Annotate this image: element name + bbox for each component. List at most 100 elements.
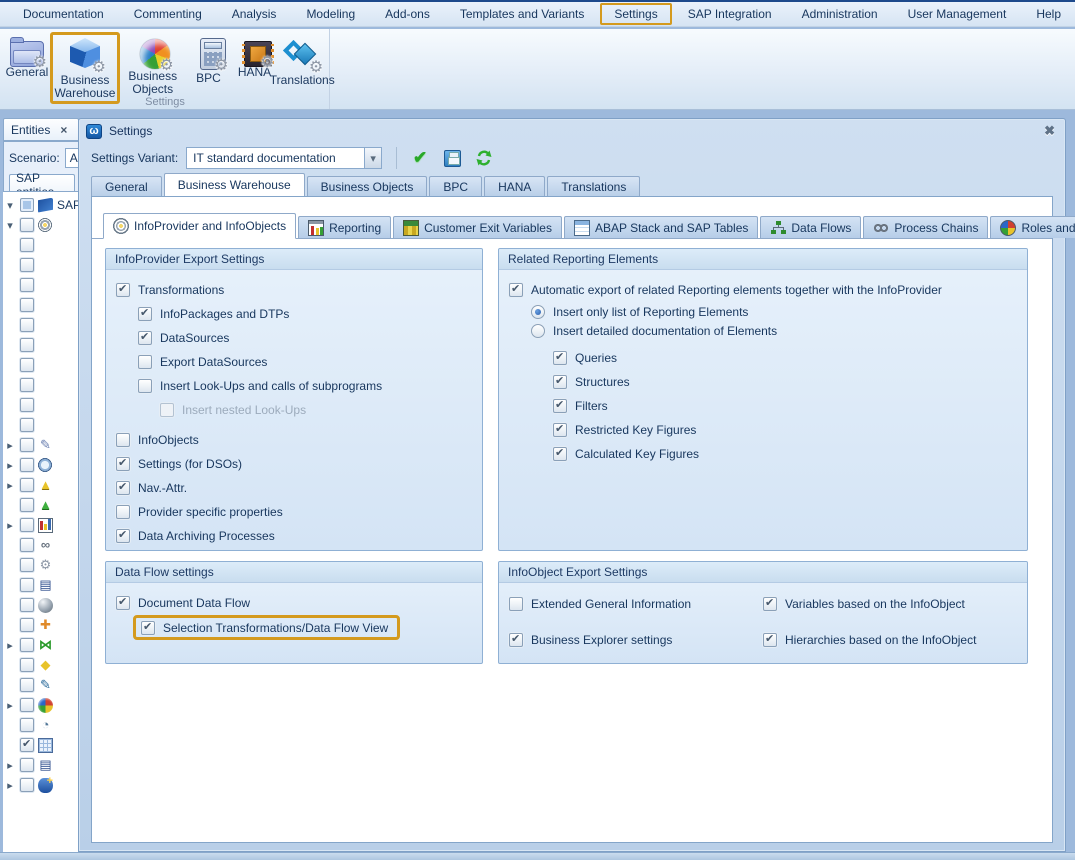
menu-item[interactable]: Administration xyxy=(788,3,892,25)
ribbon-button[interactable]: General xyxy=(4,32,50,83)
tree-checkbox[interactable] xyxy=(20,598,34,612)
checkbox[interactable] xyxy=(531,324,545,338)
tree-checkbox[interactable] xyxy=(20,738,34,752)
checkbox[interactable] xyxy=(138,379,152,393)
tree-row[interactable] xyxy=(3,315,80,335)
close-icon[interactable] xyxy=(1044,123,1055,139)
chevron-down-icon[interactable] xyxy=(364,148,381,168)
tree-checkbox[interactable] xyxy=(20,618,34,632)
tree-checkbox[interactable] xyxy=(20,278,34,292)
settings-tab[interactable]: BPC xyxy=(429,176,482,196)
menu-item[interactable]: Add-ons xyxy=(371,3,444,25)
tree-checkbox[interactable] xyxy=(20,518,34,532)
checkbox[interactable] xyxy=(138,307,152,321)
settings-tab[interactable]: Translations xyxy=(547,176,640,196)
tree-checkbox[interactable] xyxy=(20,338,34,352)
checkbox[interactable] xyxy=(116,505,130,519)
tree-row[interactable] xyxy=(3,735,80,755)
tree-expand-chevron-icon[interactable] xyxy=(3,459,17,472)
checkbox[interactable] xyxy=(553,351,567,365)
checkbox[interactable] xyxy=(553,447,567,461)
checkbox[interactable] xyxy=(553,375,567,389)
settings-variant-combobox[interactable]: IT standard documentation xyxy=(186,147,382,169)
tree-checkbox[interactable] xyxy=(20,698,34,712)
tree-row[interactable] xyxy=(3,555,80,575)
checkbox[interactable] xyxy=(509,283,523,297)
tree-checkbox[interactable] xyxy=(20,438,34,452)
tree-checkbox[interactable] xyxy=(20,778,34,792)
settings-tab[interactable]: HANA xyxy=(484,176,545,196)
tree-row[interactable] xyxy=(3,635,80,655)
checkbox[interactable] xyxy=(509,633,523,647)
tree-checkbox[interactable] xyxy=(20,398,34,412)
tree-checkbox[interactable] xyxy=(20,238,34,252)
settings-tab[interactable]: Business Objects xyxy=(307,176,428,196)
tree-checkbox[interactable] xyxy=(20,558,34,572)
tree-expand-chevron-icon[interactable] xyxy=(3,519,17,532)
refresh-icon[interactable] xyxy=(471,146,497,170)
menu-item[interactable]: Documentation xyxy=(9,3,118,25)
checkbox[interactable] xyxy=(138,331,152,345)
tree-row[interactable] xyxy=(3,515,80,535)
tree-row[interactable] xyxy=(3,435,80,455)
menu-item[interactable]: Help xyxy=(1022,3,1075,25)
tree-row[interactable] xyxy=(3,495,80,515)
tree-expand-chevron-icon[interactable] xyxy=(3,639,17,652)
settings-tab[interactable]: General xyxy=(91,176,162,196)
tree-checkbox[interactable] xyxy=(20,458,34,472)
tree-row[interactable]: SAP xyxy=(3,195,80,215)
checkbox[interactable] xyxy=(531,305,545,319)
checkbox[interactable] xyxy=(116,457,130,471)
checkbox[interactable] xyxy=(553,423,567,437)
menu-item[interactable]: Settings xyxy=(600,3,671,25)
tree-expand-chevron-icon[interactable] xyxy=(3,199,17,212)
entities-panel-tab[interactable]: Entities xyxy=(3,118,79,141)
tree-row[interactable] xyxy=(3,535,80,555)
tree-checkbox[interactable] xyxy=(20,478,34,492)
inner-tab[interactable]: ABAP Stack and SAP Tables xyxy=(564,216,758,238)
checkbox[interactable] xyxy=(553,399,567,413)
inner-tab[interactable]: Reporting xyxy=(298,216,391,238)
tree-row[interactable] xyxy=(3,615,80,635)
tree-row[interactable] xyxy=(3,755,80,775)
tree-row[interactable] xyxy=(3,575,80,595)
tree-checkbox[interactable] xyxy=(20,218,34,232)
checkbox[interactable] xyxy=(763,597,777,611)
inner-tab[interactable]: InfoProvider and InfoObjects xyxy=(103,213,296,239)
tree-row[interactable] xyxy=(3,415,80,435)
tree-expand-chevron-icon[interactable] xyxy=(3,699,17,712)
tree-expand-chevron-icon[interactable] xyxy=(3,479,17,492)
inner-tab[interactable]: Data Flows xyxy=(760,216,861,238)
ribbon-button[interactable]: BPC xyxy=(186,32,232,89)
tree-row[interactable] xyxy=(3,275,80,295)
menu-item[interactable]: Commenting xyxy=(120,3,216,25)
tree-row[interactable] xyxy=(3,695,80,715)
menu-item[interactable]: User Management xyxy=(894,3,1021,25)
tree-checkbox[interactable] xyxy=(20,638,34,652)
ribbon-button[interactable]: Business Objects xyxy=(120,32,186,100)
tree-row[interactable] xyxy=(3,395,80,415)
apply-check-icon[interactable] xyxy=(407,146,433,170)
tree-row[interactable] xyxy=(3,375,80,395)
tree-checkbox[interactable] xyxy=(20,418,34,432)
menu-item[interactable]: Analysis xyxy=(218,3,291,25)
tree-checkbox[interactable] xyxy=(20,658,34,672)
menu-item[interactable]: SAP Integration xyxy=(674,3,786,25)
tree-checkbox[interactable] xyxy=(20,378,34,392)
tree-row[interactable] xyxy=(3,715,80,735)
ribbon-button[interactable]: Translations xyxy=(278,32,327,91)
close-icon[interactable] xyxy=(60,125,67,135)
settings-tab[interactable]: Business Warehouse xyxy=(164,173,305,196)
checkbox[interactable] xyxy=(116,481,130,495)
tree-row[interactable] xyxy=(3,655,80,675)
tree-expand-chevron-icon[interactable] xyxy=(3,779,17,792)
tree-expand-chevron-icon[interactable] xyxy=(3,219,17,232)
tree-row[interactable] xyxy=(3,455,80,475)
menu-item[interactable]: Modeling xyxy=(292,3,369,25)
checkbox[interactable] xyxy=(160,403,174,417)
tree-checkbox[interactable] xyxy=(20,758,34,772)
tree-row[interactable] xyxy=(3,335,80,355)
menu-item[interactable]: Templates and Variants xyxy=(446,3,599,25)
ribbon-button[interactable]: Business Warehouse xyxy=(50,32,120,104)
checkbox[interactable] xyxy=(116,529,130,543)
